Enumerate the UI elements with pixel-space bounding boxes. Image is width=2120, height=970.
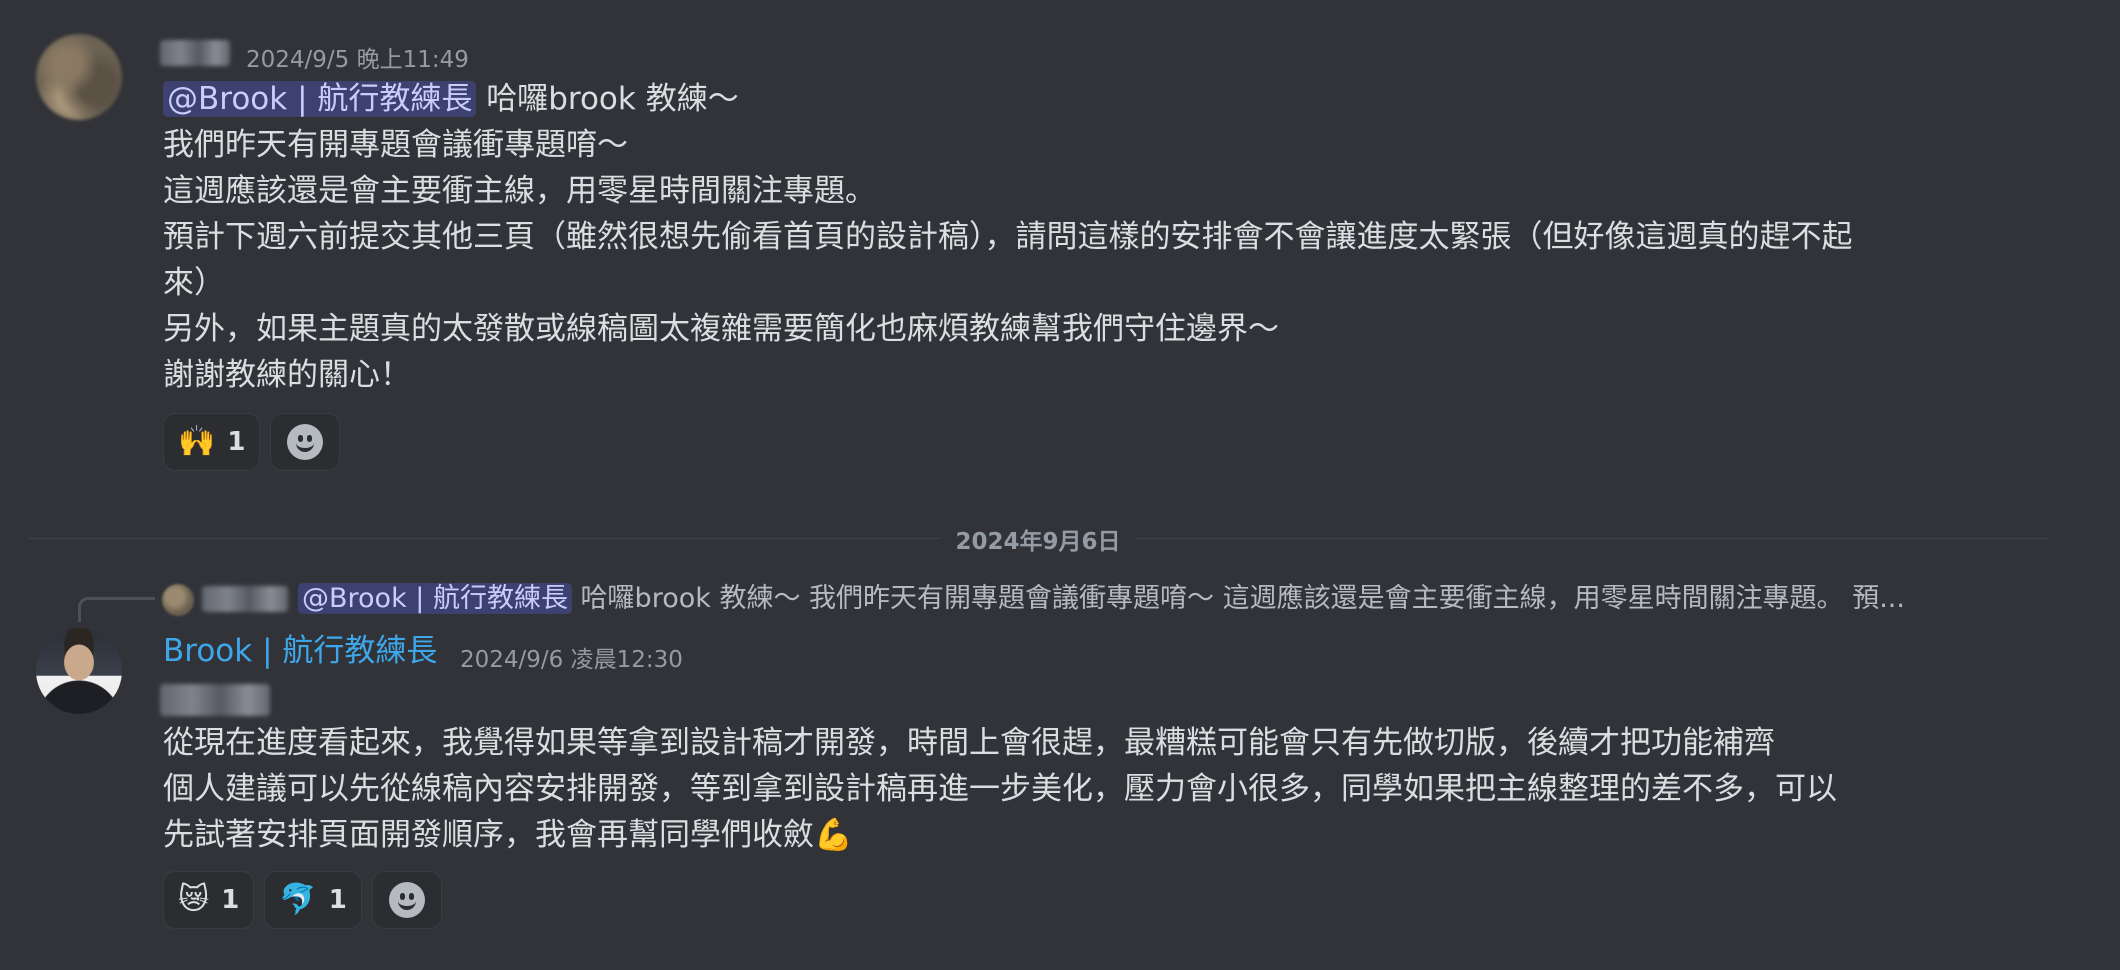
reaction-bar: 🙌 1 — [163, 413, 341, 471]
reaction-custom-shark[interactable]: 🐬 1 — [264, 871, 362, 929]
reaction-raised-hands[interactable]: 🙌 1 — [163, 413, 261, 471]
message-line-text: 哈囉brook 教練～ — [476, 81, 739, 117]
message-line: @Brook | 航行教練長 哈囉brook 教練～ — [163, 76, 1853, 122]
user-avatar-blurred[interactable] — [36, 34, 122, 120]
message-body: 從現在進度看起來，我覺得如果等拿到設計稿才開發，時間上會很趕，最糟糕可能會只有先… — [163, 720, 1837, 858]
message-body: @Brook | 航行教練長 哈囉brook 教練～ 我們昨天有開專題會議衝專題… — [163, 76, 1853, 398]
reply-username-blurred[interactable] — [202, 586, 288, 612]
author-name[interactable]: Brook | 航行教練長 — [163, 628, 437, 674]
message-line: 從現在進度看起來，我覺得如果等拿到設計稿才開發，時間上會很趕，最糟糕可能會只有先… — [163, 725, 1775, 761]
message-line: 這週應該還是會主要衝主線，用零星時間關注專題。 — [163, 173, 876, 209]
reaction-count: 1 — [221, 885, 240, 915]
reply-mention-chip[interactable]: @Brook | 航行教練長 — [298, 583, 572, 614]
reply-connector-line — [78, 597, 155, 622]
date-divider: 2024年9月6日 — [28, 522, 2048, 556]
add-reaction-smiley-icon — [287, 424, 324, 460]
crying-cat-emoji-icon: 😿 — [178, 882, 210, 917]
reaction-count: 1 — [227, 427, 246, 457]
reaction-count: 1 — [328, 885, 347, 915]
message-timestamp[interactable]: 2024/9/6 凌晨12:30 — [460, 640, 683, 674]
chat-channel: 2024/9/5 晚上11:49 @Brook | 航行教練長 哈囉brook … — [0, 0, 2120, 970]
reply-preview-text: 哈囉brook 教練～ 我們昨天有開專題會議衝專題唷～ 這週應該還是會主要衝主線… — [571, 583, 1905, 614]
brook-avatar[interactable] — [36, 628, 122, 714]
reaction-bar: 😿 1 🐬 1 — [163, 871, 442, 929]
message-line: 另外，如果主題真的太發散或線稿圖太複雜需要簡化也麻煩教練幫我們守住邊界～ — [163, 311, 1279, 347]
add-reaction-button[interactable] — [371, 871, 442, 929]
message-line: 謝謝教練的關心！ — [163, 357, 411, 393]
add-reaction-button[interactable] — [270, 413, 341, 471]
message-line: 個人建議可以先從線稿內容安排開發，等到拿到設計稿再進一步美化，壓力會小很多，同學… — [163, 771, 1837, 807]
mention-blurred[interactable] — [160, 684, 270, 716]
shark-emoji-icon: 🐬 — [279, 882, 317, 917]
message-line: 我們昨天有開專題會議衝專題唷～ — [163, 127, 628, 163]
mention-chip[interactable]: @Brook | 航行教練長 — [163, 81, 477, 117]
add-reaction-smiley-icon — [388, 882, 425, 918]
reply-avatar-blurred[interactable] — [162, 584, 194, 616]
message-timestamp[interactable]: 2024/9/5 晚上11:49 — [246, 40, 469, 74]
reaction-crying-cat[interactable]: 😿 1 — [163, 871, 255, 929]
message-line: 先試著安排頁面開發順序，我會再幫同學們收斂💪 — [163, 817, 853, 853]
message-line: 來） — [163, 265, 225, 301]
raised-hands-emoji-icon: 🙌 — [178, 424, 216, 459]
username-blurred[interactable] — [160, 40, 230, 66]
date-divider-label: 2024年9月6日 — [941, 522, 1135, 556]
message-line: 預計下週六前提交其他三頁（雖然很想先偷看首頁的設計稿），請問這樣的安排會不會讓進… — [163, 219, 1853, 255]
reply-preview[interactable]: @Brook | 航行教練長 哈囉brook 教練～ 我們昨天有開專題會議衝專題… — [298, 578, 2018, 620]
